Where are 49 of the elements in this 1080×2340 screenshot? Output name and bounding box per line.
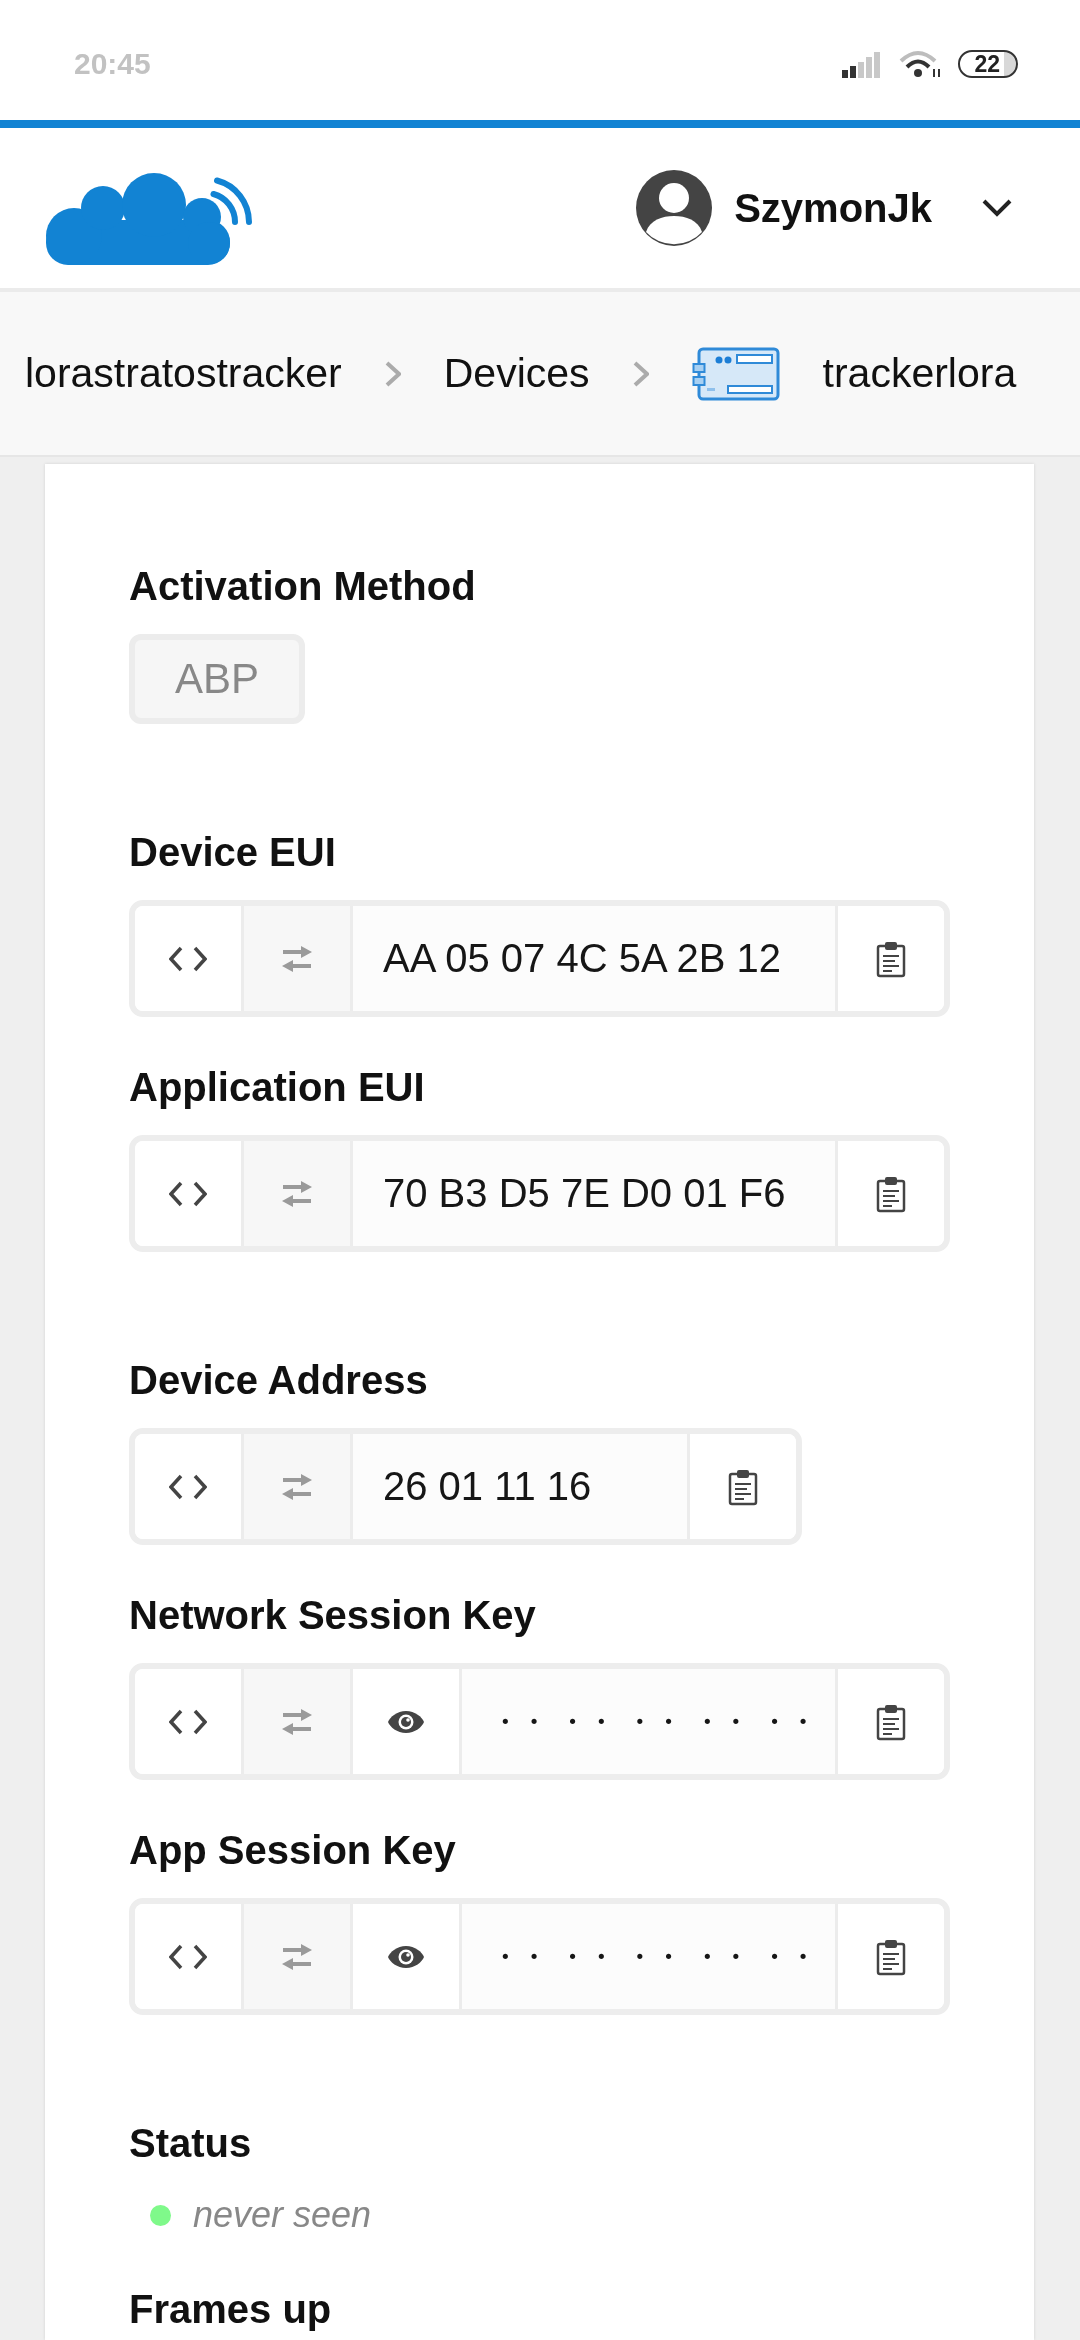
- swap-arrows-icon: [281, 1942, 313, 1971]
- avatar-icon: [636, 170, 713, 246]
- byte-order-button[interactable]: [244, 1434, 353, 1539]
- swap-arrows-icon: [281, 944, 313, 973]
- cloud-signal-icon[interactable]: [46, 172, 253, 266]
- eye-icon: [387, 1709, 425, 1734]
- clipboard-icon: [876, 939, 906, 978]
- signal-icon: [842, 50, 883, 78]
- breadcrumb-current: trackerlora: [822, 350, 1017, 397]
- clipboard-icon: [876, 1174, 906, 1213]
- chevron-right-icon: [384, 360, 401, 387]
- user-menu-button[interactable]: SzymonJk: [636, 170, 1012, 246]
- clipboard-icon: [728, 1467, 759, 1506]
- field-label: App Session Key: [129, 1827, 456, 1874]
- breadcrumb-link[interactable]: Devices: [443, 350, 590, 397]
- field-label: Status: [129, 2120, 252, 2167]
- battery-indicator: 22: [958, 50, 1018, 78]
- format-toggle-button[interactable]: [135, 1904, 244, 2009]
- eye-icon: [387, 1944, 425, 1969]
- swap-arrows-icon: [281, 1472, 313, 1501]
- code-icon: [169, 1708, 207, 1735]
- field-label: Frames up: [129, 2286, 332, 2333]
- swap-arrows-icon: [281, 1179, 313, 1208]
- code-icon: [169, 1943, 207, 1970]
- wifi-icon: [898, 49, 943, 79]
- chevron-right-icon: [632, 360, 649, 387]
- clipboard-icon: [876, 1702, 906, 1741]
- chevron-down-icon: [982, 199, 1012, 217]
- format-toggle-button[interactable]: [135, 1141, 244, 1246]
- breadcrumb-link[interactable]: lorastratostracker: [25, 350, 342, 397]
- circuit-board-icon: [691, 346, 780, 401]
- format-toggle-button[interactable]: [135, 1669, 244, 1774]
- field-label: Device EUI: [129, 829, 336, 876]
- byte-order-button[interactable]: [244, 1141, 353, 1246]
- method-tag: ABP: [129, 634, 306, 724]
- field-label: Network Session Key: [129, 1592, 536, 1639]
- byte-order-button[interactable]: [244, 906, 353, 1011]
- format-toggle-button[interactable]: [135, 906, 244, 1011]
- code-icon: [169, 1180, 207, 1207]
- field-label: Application EUI: [129, 1064, 425, 1111]
- clipboard-icon: [876, 1937, 906, 1976]
- field-label: Activation Method: [129, 563, 476, 610]
- code-icon: [169, 1473, 207, 1500]
- status-time: 20:45: [74, 47, 151, 81]
- swap-arrows-icon: [281, 1707, 313, 1736]
- status-text: never seen: [193, 2194, 372, 2236]
- code-icon: [169, 945, 207, 972]
- field-label: Device Address: [129, 1357, 428, 1404]
- format-toggle-button[interactable]: [135, 1434, 244, 1539]
